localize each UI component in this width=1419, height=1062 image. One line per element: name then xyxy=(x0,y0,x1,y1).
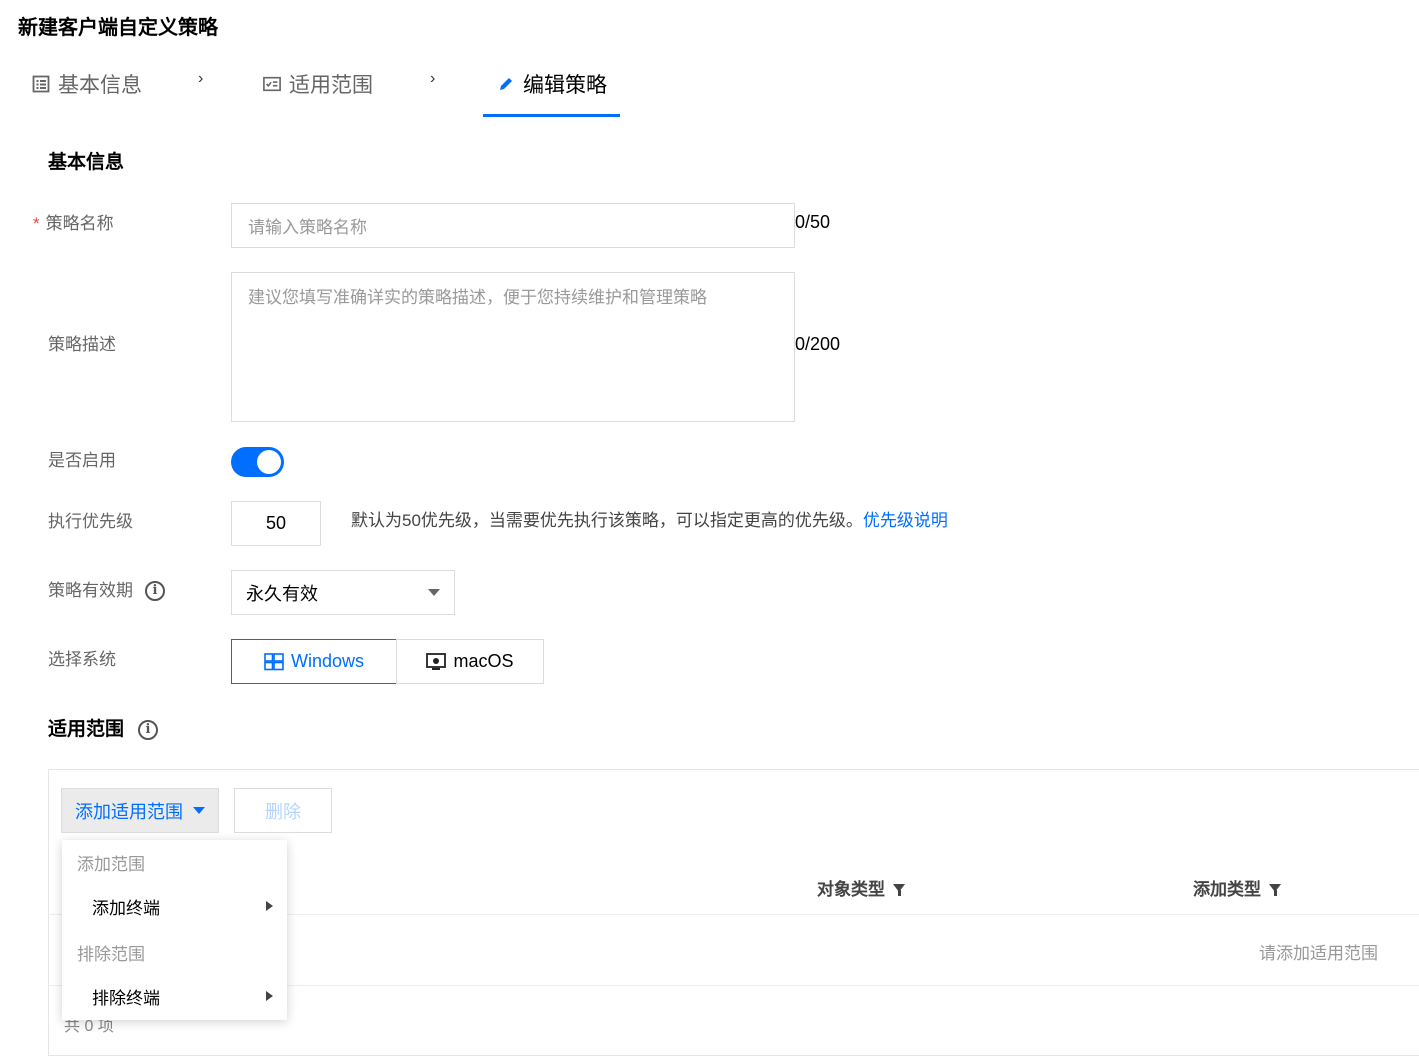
menu-item-exclude-terminal[interactable]: 排除终端 xyxy=(62,976,287,1016)
caret-down-icon xyxy=(193,807,205,814)
dropdown-group-title: 添加范围 xyxy=(77,855,145,874)
column-header-object-type[interactable]: 对象类型 xyxy=(817,875,905,900)
info-icon[interactable]: i xyxy=(138,720,159,740)
policy-desc-label: 策略描述 xyxy=(48,335,116,354)
step-label: 编辑策略 xyxy=(523,74,607,97)
caret-down-icon xyxy=(428,589,440,596)
step-label: 适用范围 xyxy=(289,74,373,97)
required-mark: * xyxy=(33,214,40,233)
policy-desc-placeholder: 建议您填写准确详实的策略描述，便于您持续维护和管理策略 xyxy=(248,288,707,307)
enable-toggle[interactable] xyxy=(231,447,284,477)
system-label: 选择系统 xyxy=(48,650,116,669)
chevron-right-icon: › xyxy=(430,70,436,87)
step-label: 基本信息 xyxy=(58,74,142,97)
toggle-knob xyxy=(257,450,281,474)
table-empty-text: 请添加适用范围 xyxy=(1259,944,1378,963)
policy-desc-textarea[interactable]: 建议您填写准确详实的策略描述，便于您持续维护和管理策略 xyxy=(231,272,795,422)
validity-label: 策略有效期 i xyxy=(48,579,165,603)
policy-name-label: * 策略名称 xyxy=(33,214,114,233)
priority-input[interactable]: 50 xyxy=(231,501,321,546)
info-icon[interactable]: i xyxy=(145,581,165,601)
policy-name-counter: 0/50 xyxy=(795,212,831,232)
policy-name-placeholder: 请输入策略名称 xyxy=(248,218,367,237)
priority-label: 执行优先级 xyxy=(48,512,133,531)
column-header-add-type[interactable]: 添加类型 xyxy=(1193,875,1281,900)
policy-name-input[interactable]: 请输入策略名称 xyxy=(231,203,795,248)
page-title: 新建客户端自定义策略 xyxy=(18,17,218,39)
pencil-icon xyxy=(497,75,515,93)
filter-icon[interactable] xyxy=(1269,883,1281,896)
policy-desc-counter: 0/200 xyxy=(795,334,841,354)
delete-button[interactable]: 删除 xyxy=(234,788,332,833)
windows-icon xyxy=(264,652,284,671)
step-edit-policy[interactable]: 编辑策略 xyxy=(497,66,607,102)
active-step-indicator xyxy=(483,114,620,117)
mac-monitor-icon xyxy=(426,652,447,671)
chevron-right-icon: › xyxy=(198,70,204,87)
menu-item-add-terminal[interactable]: 添加终端 xyxy=(62,886,287,926)
validity-value: 永久有效 xyxy=(246,583,318,604)
filter-icon[interactable] xyxy=(893,883,905,896)
checklist-icon xyxy=(263,75,281,93)
list-icon xyxy=(32,75,50,93)
system-macos-button[interactable]: macOS xyxy=(396,639,544,684)
step-scope[interactable]: 适用范围 xyxy=(263,66,373,102)
priority-hint: 默认为50优先级，当需要优先执行该策略，可以指定更高的优先级。优先级说明 xyxy=(351,511,948,530)
enable-label: 是否启用 xyxy=(48,451,116,470)
section-title-scope: 适用范围 i xyxy=(48,717,159,743)
system-windows-button[interactable]: Windows xyxy=(231,639,397,684)
add-scope-dropdown: 添加范围 添加终端 排除范围 排除终端 xyxy=(62,840,287,1020)
submenu-arrow-icon xyxy=(266,901,273,911)
submenu-arrow-icon xyxy=(266,991,273,1001)
priority-help-link[interactable]: 优先级说明 xyxy=(863,511,948,530)
validity-select[interactable]: 永久有效 xyxy=(231,570,455,615)
section-title-basic: 基本信息 xyxy=(48,152,125,173)
add-scope-button[interactable]: 添加适用范围 xyxy=(61,788,219,833)
dropdown-group-title: 排除范围 xyxy=(77,945,145,964)
step-basic-info[interactable]: 基本信息 xyxy=(32,66,142,102)
